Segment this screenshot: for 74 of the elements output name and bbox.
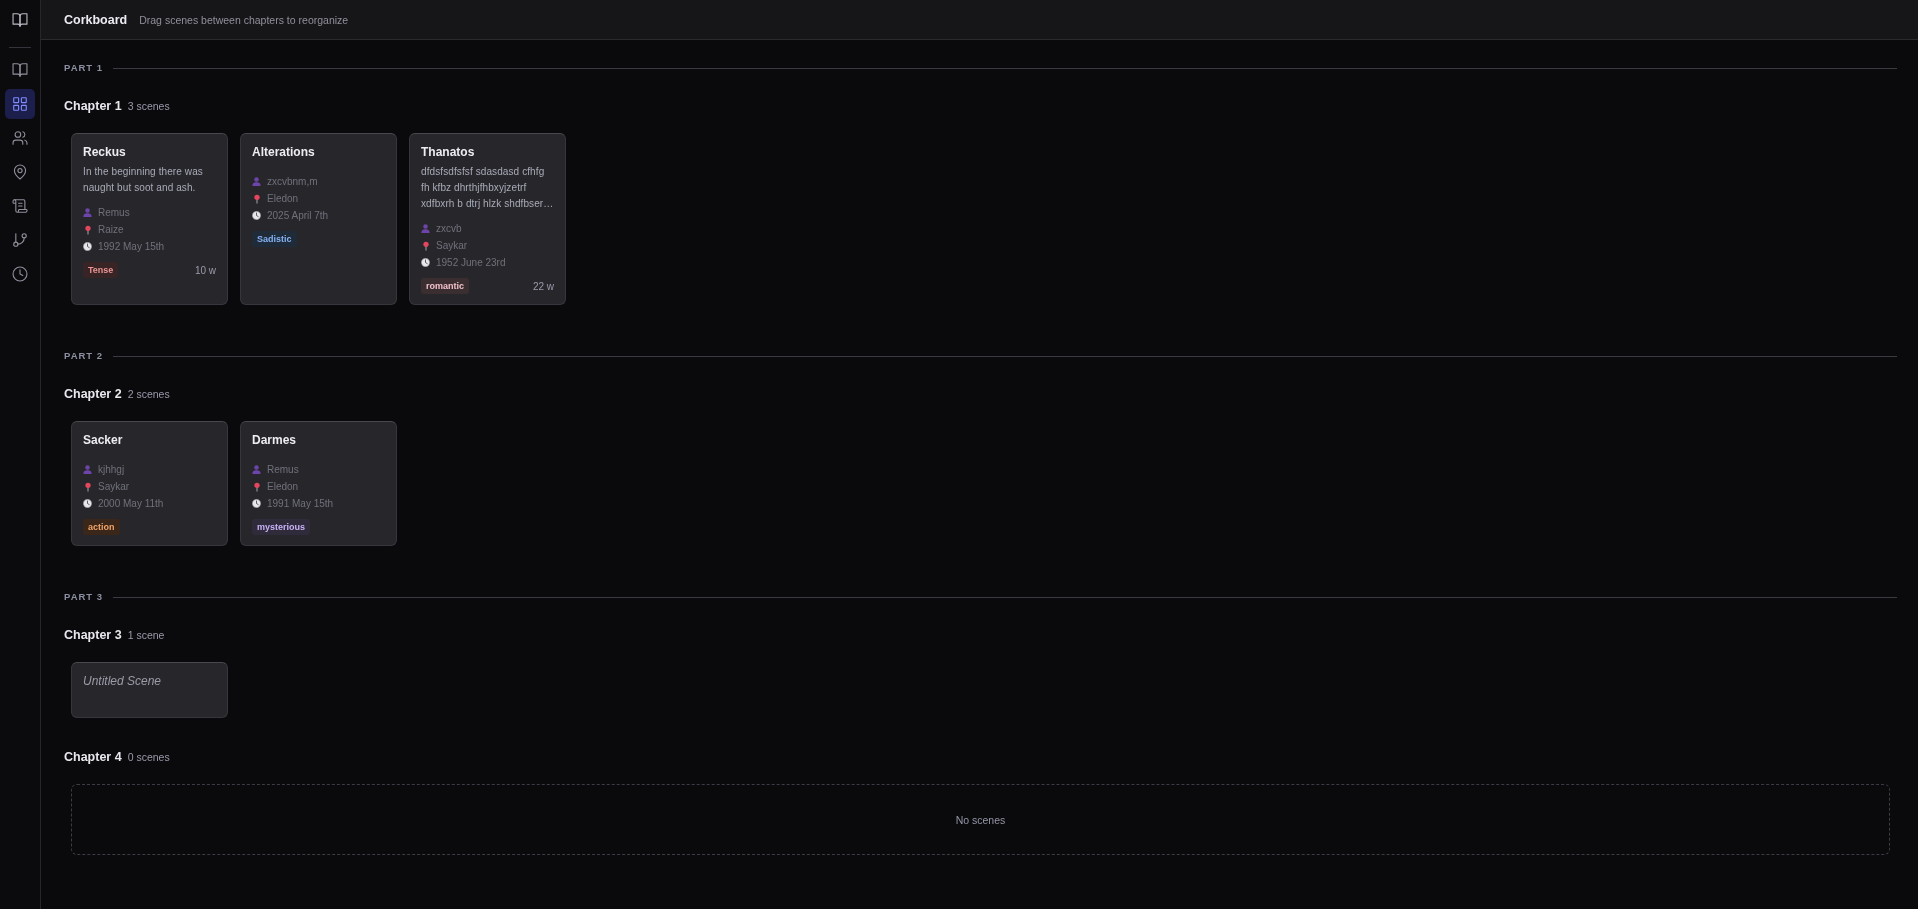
scroll-icon [12, 198, 28, 214]
scene-card[interactable]: Untitled Scene [71, 662, 228, 718]
book-icon [12, 62, 28, 78]
scene-tag: romantic [421, 278, 469, 294]
scene-date: 1992 May 15th [98, 241, 165, 252]
page-subtitle: Drag scenes between chapters to reorganize [139, 13, 349, 26]
pushpin-icon [84, 224, 91, 235]
scene-card[interactable]: Reckus In the beginning there was naught but soot and ash. Remus Raize 1992 May 15th Tense 10 w [71, 133, 228, 305]
pushpin-icon [84, 481, 91, 492]
character-name: zxcvbnm,m [267, 176, 318, 187]
character-name: Remus [98, 207, 130, 218]
word-count: 10 w [194, 264, 216, 276]
pushpin-icon [422, 240, 429, 251]
scene-count: 3 scenes [127, 99, 170, 114]
scene-card[interactable]: Sacker kjhhgj Saykar 2000 May 11th action [71, 421, 228, 546]
scene-date: 2025 April 7th [267, 210, 329, 221]
chapter-title: Chapter 3 [64, 627, 122, 644]
person-icon [83, 208, 92, 217]
chapter-title: Chapter 1 [64, 98, 122, 115]
scene-count: 1 scene [127, 628, 165, 643]
clock-icon [252, 211, 261, 220]
location-name: Eledon [267, 193, 299, 204]
scene-title: Thanatos [421, 144, 476, 160]
part-label: PART 2 [64, 349, 104, 363]
scene-title: Alterations [252, 144, 316, 160]
location-name: Saykar [436, 240, 468, 251]
map-pin-icon [12, 164, 28, 180]
scene-card[interactable]: Thanatos dfdsfsdfsfsf sdasdasd cfhfg fh kfbz dhrthjfhbxyjzetrf xdfbxrh b dtrj hlzk shdfbser… zxcvb Saykar 1952 June 23rd romantic 22 w [409, 133, 566, 305]
location-name: Raize [98, 224, 124, 235]
page-title: Corkboard [64, 12, 128, 27]
scene-synopsis: dfdsfsdfsfsf sdasdasd cfhfg fh kfbz dhrthjfhbxyjzetrf xdfbxrh b dtrj hlzk shdfbser… [421, 165, 554, 211]
clock-icon [12, 266, 28, 282]
location-name: Eledon [267, 481, 299, 492]
branch-icon [12, 232, 28, 248]
word-count: 22 w [532, 280, 554, 292]
character-name: Remus [267, 464, 299, 475]
part-label: PART 1 [64, 61, 104, 75]
person-icon [252, 465, 261, 474]
chapter-title: Chapter 2 [64, 386, 122, 403]
character-name: zxcvb [436, 223, 462, 234]
clock-icon [252, 499, 261, 508]
scene-count: 2 scenes [127, 387, 170, 402]
pushpin-icon [253, 481, 260, 492]
person-icon [83, 465, 92, 474]
character-name: kjhhgj [98, 464, 125, 475]
location-name: Saykar [98, 481, 130, 492]
grid-icon [12, 96, 28, 112]
book-icon [12, 12, 28, 28]
clock-icon [421, 258, 430, 267]
scene-synopsis: In the beginning there was naught but soot and ash. [83, 165, 204, 195]
scene-title: Reckus [83, 144, 127, 160]
scene-count: 0 scenes [127, 750, 170, 765]
person-icon [252, 177, 261, 186]
pushpin-icon [253, 193, 260, 204]
scene-title: Darmes [252, 432, 298, 448]
scene-date: 1991 May 15th [267, 498, 334, 509]
chapter-title: Chapter 4 [64, 749, 122, 766]
scene-tag: action [83, 519, 120, 535]
scene-date: 2000 May 11th [98, 498, 164, 509]
clock-icon [83, 499, 92, 508]
nav-button[interactable] [5, 89, 35, 119]
scene-tag: mysterious [252, 519, 311, 535]
part-label: PART 3 [64, 590, 104, 604]
scene-title: Sacker [83, 432, 124, 448]
scene-tag: Tense [83, 262, 119, 278]
scene-title: Untitled Scene [83, 673, 163, 689]
scene-card[interactable]: Darmes Remus Eledon 1991 May 15th mysterious [240, 421, 397, 546]
scene-date: 1952 June 23rd [436, 257, 506, 268]
person-icon [421, 224, 430, 233]
empty-message: No scenes [955, 813, 1006, 826]
people-icon [12, 130, 28, 146]
clock-icon [83, 242, 92, 251]
scene-tag: Sadistic [252, 231, 297, 247]
scene-card[interactable]: Alterations zxcvbnm,m Eledon 2025 April 7th Sadistic [240, 133, 397, 305]
